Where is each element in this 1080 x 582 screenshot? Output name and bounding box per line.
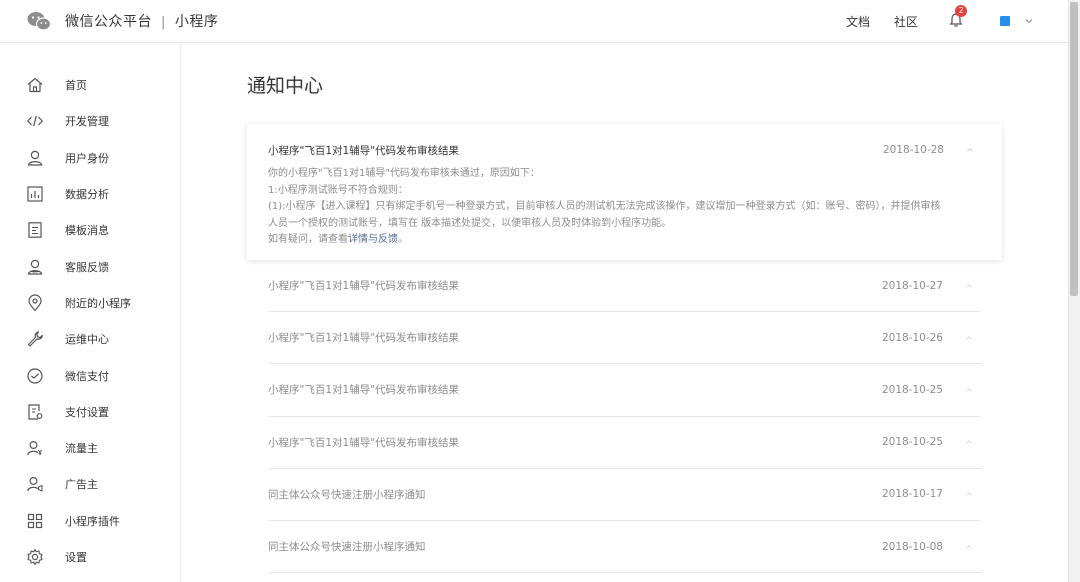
payment-settings-icon bbox=[28, 404, 43, 420]
sidebar-item-label: 广告主 bbox=[65, 478, 98, 492]
docs-link[interactable]: 文档 bbox=[846, 13, 870, 30]
chevron-up-icon[interactable] bbox=[965, 334, 973, 342]
notice-date: 2018-10-25 bbox=[881, 436, 943, 449]
notice-item[interactable]: 同主体公众号快速注册小程序通知 2018-10-08 bbox=[268, 521, 981, 574]
notice-body: 你的小程序"飞百1对1辅导"代码发布审核未通过，原因如下： 1:小程序测试账号不… bbox=[268, 166, 958, 249]
sidebar-item-label: 小程序插件 bbox=[65, 514, 120, 528]
user-icon bbox=[27, 150, 43, 166]
notice-footer: 如有疑问，请查看详情与反馈。 bbox=[268, 232, 958, 249]
top-header: 微信公众平台 | 小程序 文档 社区 2 bbox=[0, 0, 1068, 43]
notice-footer-prefix: 如有疑问，请查看 bbox=[268, 234, 348, 245]
chevron-up-icon[interactable] bbox=[965, 543, 973, 551]
sidebar-item-payment-settings[interactable]: 支付设置 bbox=[0, 394, 180, 430]
sidebar-item-label: 开发管理 bbox=[65, 115, 109, 129]
notice-list: 小程序"飞百1对1辅导"代码发布审核结果 2018-10-28 你的小程序"飞百… bbox=[247, 124, 1002, 574]
notice-body-line: 1:小程序测试账号不符合规则： bbox=[268, 184, 408, 196]
notice-title: 小程序"飞百1对1辅导"代码发布审核结果 bbox=[268, 384, 460, 397]
chevron-down-icon[interactable] bbox=[1024, 16, 1034, 26]
sidebar-item-plugin[interactable]: 小程序插件 bbox=[0, 503, 180, 539]
home-icon bbox=[27, 77, 43, 93]
sidebar-item-label: 设置 bbox=[65, 551, 87, 564]
notice-date: 2018-10-27 bbox=[881, 279, 943, 292]
notification-badge: 2 bbox=[955, 5, 967, 17]
notice-body-line: (1):小程序【进入课程】只有绑定手机号一种登录方式，目前审核人员的测试机无法完… bbox=[268, 201, 941, 212]
document-icon bbox=[28, 222, 42, 239]
scrollbar-thumb[interactable] bbox=[1070, 2, 1078, 296]
notice-date: 2018-10-25 bbox=[881, 383, 943, 396]
chevron-up-icon[interactable] bbox=[965, 490, 973, 498]
notice-title: 小程序"飞百1对1辅导"代码发布审核结果 bbox=[268, 280, 460, 293]
brand-title: 微信公众平台 | 小程序 bbox=[65, 14, 219, 30]
notice-item-expanded[interactable]: 小程序"飞百1对1辅导"代码发布审核结果 2018-10-28 你的小程序"飞百… bbox=[247, 124, 1002, 260]
sidebar-item-user-identity[interactable]: 用户身份 bbox=[0, 140, 180, 176]
traffic-owner-icon bbox=[27, 441, 42, 456]
sidebar-item-label: 客服反馈 bbox=[65, 260, 109, 274]
notice-title: 小程序"飞百1对1辅导"代码发布审核结果 bbox=[268, 332, 460, 345]
wechat-logo-icon bbox=[27, 12, 51, 31]
notice-date: 2018-10-08 bbox=[881, 540, 943, 553]
chevron-up-icon[interactable] bbox=[965, 386, 973, 394]
sidebar-item-traffic-owner[interactable]: 流量主 bbox=[0, 430, 180, 466]
customer-service-icon bbox=[27, 259, 43, 275]
notice-header: 小程序"飞百1对1辅导"代码发布审核结果 2018-10-28 bbox=[268, 142, 982, 158]
notice-item[interactable]: 小程序"飞百1对1辅导"代码发布审核结果 2018-10-25 bbox=[268, 417, 981, 469]
sidebar-item-label: 数据分析 bbox=[65, 188, 109, 202]
sidebar-item-label: 首页 bbox=[65, 79, 87, 93]
sidebar-item-nearby-miniprogram[interactable]: 附近的小程序 bbox=[0, 285, 180, 321]
chart-icon bbox=[27, 186, 43, 202]
sidebar-item-label: 流量主 bbox=[65, 442, 98, 456]
notice-item[interactable]: 同主体公众号快速注册小程序通知 2018-10-17 bbox=[268, 469, 981, 521]
header-actions: 文档 社区 2 bbox=[822, 5, 1034, 30]
notice-title: 小程序"飞百1对1辅导"代码发布审核结果 bbox=[268, 144, 460, 157]
sidebar-item-dev-management[interactable]: 开发管理 bbox=[0, 103, 180, 139]
notice-body-line: 你的小程序"飞百1对1辅导"代码发布审核未通过，原因如下： bbox=[268, 168, 540, 179]
page-title: 通知中心 bbox=[247, 75, 324, 97]
app-window: 微信公众平台 | 小程序 文档 社区 2 首页 开发管理 用户身份 数据分析 模… bbox=[0, 0, 1080, 582]
wechat-pay-icon bbox=[27, 367, 43, 384]
notification-bell[interactable]: 2 bbox=[948, 5, 967, 30]
notice-item[interactable]: 小程序"飞百1对1辅导"代码发布审核结果 2018-10-26 bbox=[268, 312, 981, 365]
notice-footer-suffix: 。 bbox=[398, 234, 408, 245]
notice-item[interactable]: 小程序"飞百1对1辅导"代码发布审核结果 2018-10-25 bbox=[268, 364, 981, 417]
sidebar-item-advertiser[interactable]: 广告主 bbox=[0, 466, 180, 502]
sidebar-item-ops-center[interactable]: 运维中心 bbox=[0, 321, 180, 357]
notice-date: 2018-10-28 bbox=[882, 144, 944, 156]
chevron-up-icon[interactable] bbox=[965, 438, 973, 446]
sidebar-item-label: 微信支付 bbox=[65, 369, 109, 383]
sidebar-item-data-analysis[interactable]: 数据分析 bbox=[0, 176, 180, 212]
logo[interactable]: 微信公众平台 | 小程序 bbox=[27, 11, 218, 31]
sidebar-item-settings[interactable]: 设置 bbox=[0, 539, 180, 575]
community-link[interactable]: 社区 bbox=[894, 13, 918, 30]
page-scrollbar[interactable] bbox=[1068, 0, 1080, 582]
sidebar: 首页 开发管理 用户身份 数据分析 模板消息 客服反馈 附近的小程序 运维中心 bbox=[0, 43, 181, 582]
sidebar-item-label: 运维中心 bbox=[65, 333, 109, 347]
sidebar-item-wechat-pay[interactable]: 微信支付 bbox=[0, 357, 180, 393]
chevron-up-icon[interactable] bbox=[965, 282, 973, 290]
notice-title: 小程序"飞百1对1辅导"代码发布审核结果 bbox=[268, 436, 460, 449]
sidebar-item-customer-feedback[interactable]: 客服反馈 bbox=[0, 248, 180, 284]
notice-title: 同主体公众号快速注册小程序通知 bbox=[268, 541, 426, 554]
notice-title: 同主体公众号快速注册小程序通知 bbox=[268, 488, 426, 501]
sidebar-item-home[interactable]: 首页 bbox=[0, 67, 180, 103]
sidebar-item-label: 用户身份 bbox=[65, 151, 109, 165]
wrench-icon bbox=[27, 331, 43, 347]
notice-date: 2018-10-17 bbox=[881, 488, 943, 501]
notice-body-line: 人员一个授权的测试账号，填写在 版本描述处提交，以便审核人员及时体验到小程序功能… bbox=[268, 217, 672, 229]
code-icon bbox=[26, 116, 44, 127]
location-icon bbox=[28, 294, 42, 312]
main-content: 通知中心 小程序"飞百1对1辅导"代码发布审核结果 2018-10-28 你的小… bbox=[181, 43, 1068, 582]
sidebar-item-label: 支付设置 bbox=[65, 405, 109, 419]
plugin-icon bbox=[27, 513, 43, 528]
chevron-up-icon[interactable] bbox=[966, 146, 974, 154]
sidebar-item-template-message[interactable]: 模板消息 bbox=[0, 212, 180, 248]
details-feedback-link[interactable]: 详情与反馈 bbox=[348, 234, 398, 245]
avatar[interactable] bbox=[1000, 16, 1010, 26]
notice-date: 2018-10-26 bbox=[881, 331, 943, 344]
sidebar-item-label: 模板消息 bbox=[65, 224, 109, 238]
sidebar-item-label: 附近的小程序 bbox=[65, 296, 131, 310]
notice-item[interactable]: 小程序"飞百1对1辅导"代码发布审核结果 2018-10-27 bbox=[268, 260, 981, 313]
gear-icon bbox=[27, 548, 43, 566]
advertiser-icon bbox=[27, 477, 43, 493]
